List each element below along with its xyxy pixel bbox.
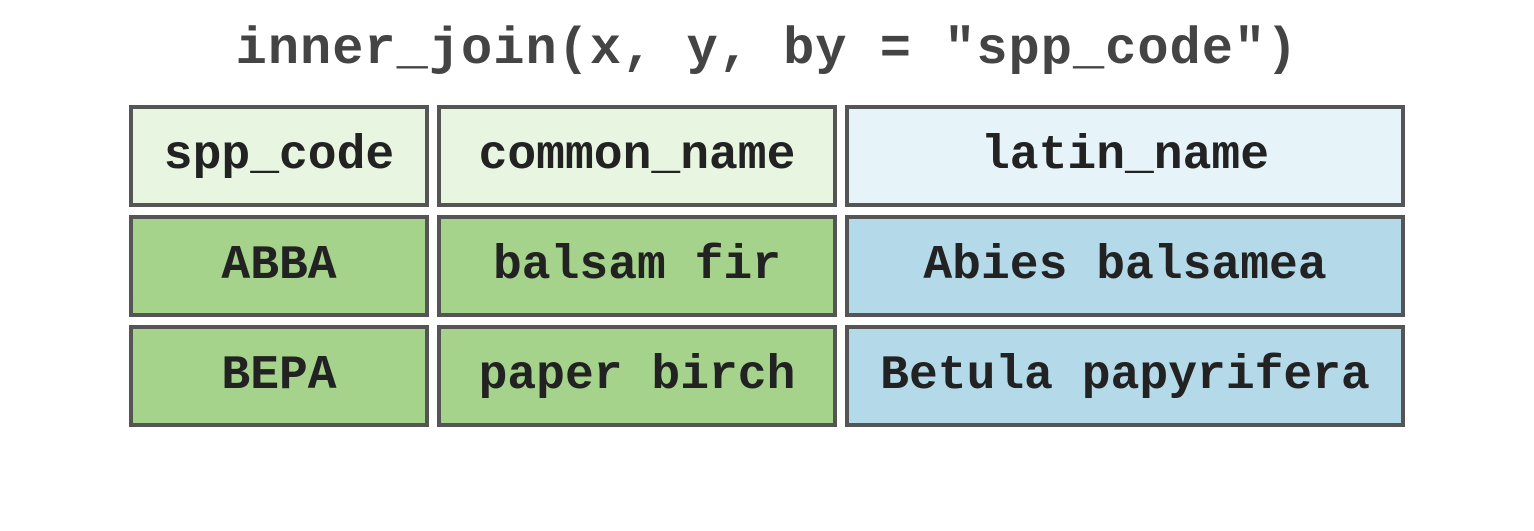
cell-spp-code: BEPA [129,325,429,427]
result-table: spp_code common_name latin_name ABBA bal… [121,97,1413,435]
table-row: BEPA paper birch Betula papyrifera [129,325,1405,427]
cell-latin-name: Betula papyrifera [845,325,1405,427]
header-common-name: common_name [437,105,837,207]
cell-spp-code: ABBA [129,215,429,317]
cell-common-name: balsam fir [437,215,837,317]
table-row: ABBA balsam fir Abies balsamea [129,215,1405,317]
header-spp-code: spp_code [129,105,429,207]
cell-latin-name: Abies balsamea [845,215,1405,317]
header-latin-name: latin_name [845,105,1405,207]
code-title: inner_join(x, y, by = "spp_code") [236,20,1299,79]
cell-common-name: paper birch [437,325,837,427]
table-header-row: spp_code common_name latin_name [129,105,1405,207]
